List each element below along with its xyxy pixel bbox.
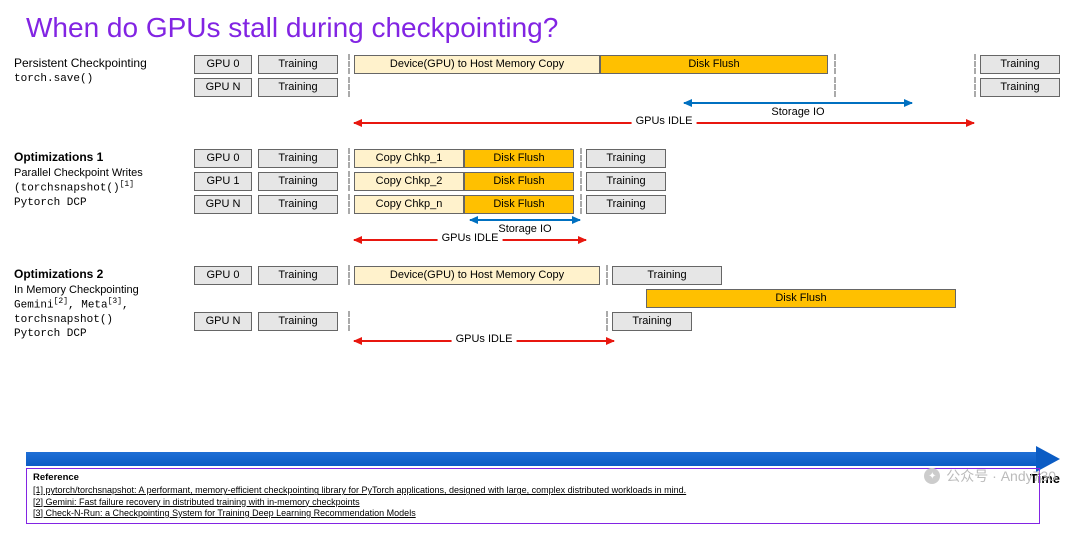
gpu-idle-label: GPUs IDLE [452,333,517,345]
training-box: Training [258,312,338,331]
training-box: Training [258,266,338,285]
wechat-icon: ✦ [924,468,940,484]
disk-flush-box: Disk Flush [646,289,956,308]
section-label: Optimizations 2In Memory CheckpointingGe… [14,265,194,368]
training-box: Training [612,312,692,331]
watermark: ✦ 公众号 · Andy730 [924,466,1056,486]
gpu-box: GPU N [194,195,252,214]
training-box: Training [258,149,338,168]
strategy-section: Persistent Checkpointingtorch.save()GPU … [0,54,1080,134]
disk-flush-box: Disk Flush [464,149,574,168]
phase-divider [348,171,350,191]
training-box: Training [586,172,666,191]
timeline: GPU 0TrainingCopy Chkp_1Disk FlushTraini… [194,148,1066,251]
disk-flush-box: Disk Flush [464,172,574,191]
storage-io-arrow [470,219,580,221]
section-label: Persistent Checkpointingtorch.save() [14,54,194,134]
memory-copy-box: Copy Chkp_2 [354,172,464,191]
gpu-box: GPU N [194,312,252,331]
phase-divider [580,171,582,191]
phase-divider [606,311,608,331]
phase-divider [834,77,836,97]
training-box: Training [980,55,1060,74]
phase-divider [348,54,350,74]
training-box: Training [258,55,338,74]
training-box: Training [258,78,338,97]
gpu-row: GPU N Training Training [194,77,1066,97]
memory-copy-box: Copy Chkp_n [354,195,464,214]
gpu-row: GPU N Training Copy Chkp_nDisk Flush Traini… [194,194,1066,214]
timeline: GPU 0 Training Device(GPU) to Host Memory … [194,265,1066,368]
training-box: Training [980,78,1060,97]
reference-title: Reference [33,472,1033,484]
training-box: Training [586,195,666,214]
annotations: Storage IOGPUs IDLE [194,217,1066,251]
training-box: Training [258,172,338,191]
gpu-box: GPU 0 [194,266,252,285]
phase-divider [974,77,976,97]
gpu-box: GPU 1 [194,172,252,191]
gpu-box: GPU 0 [194,55,252,74]
strategy-section: Optimizations 1Parallel Checkpoint Write… [0,148,1080,251]
training-box: Training [586,149,666,168]
phase-divider [348,194,350,214]
phase-divider [580,194,582,214]
gpu-row: GPU 0 Training Device(GPU) to Host Memory … [194,265,1066,285]
phase-divider [974,54,976,74]
training-box: Training [612,266,722,285]
training-box: Training [258,195,338,214]
page-title: When do GPUs stall during checkpointing? [0,0,1080,54]
phase-divider [348,148,350,168]
storage-io-arrow [684,102,912,104]
disk-flush-box: Disk Flush [464,195,574,214]
phase-divider [348,311,350,331]
gpu-box: GPU N [194,78,252,97]
annotations: Storage IO GPUs IDLE [194,100,1066,134]
disk-flush-row: Disk Flush [194,288,1066,308]
storage-io-label: Storage IO [767,106,828,118]
annotations: GPUs IDLE [194,334,1066,368]
memory-copy-box: Copy Chkp_1 [354,149,464,168]
gpu-idle-label: GPUs IDLE [438,232,503,244]
gpu-row: GPU 1 Training Copy Chkp_2Disk Flush Traini… [194,171,1066,191]
gpu-row: GPU 0 Training Copy Chkp_1Disk Flush Traini… [194,148,1066,168]
disk-flush-box: Disk Flush [600,55,828,74]
gpu-row: GPU 0 Training Device(GPU) to Host Memory … [194,54,1066,74]
timeline: GPU 0 Training Device(GPU) to Host Memory … [194,54,1066,134]
reference-line: [3] Check-N-Run: a Checkpointing System … [33,508,1033,519]
time-axis: Time [26,450,1060,468]
reference-line: [1] pytorch/torchsnapshot: A performant,… [33,485,1033,496]
gpu-idle-label: GPUs IDLE [632,115,697,127]
memory-copy-box: Device(GPU) to Host Memory Copy [354,266,600,285]
gpu-box: GPU 0 [194,149,252,168]
reference-line: [2] Gemini: Fast failure recovery in dis… [33,497,1033,508]
phase-divider [348,265,350,285]
memory-copy-box: Device(GPU) to Host Memory Copy [354,55,600,74]
phase-divider [348,77,350,97]
phase-divider [834,54,836,74]
strategy-section: Optimizations 2In Memory CheckpointingGe… [0,265,1080,368]
gpu-row: GPU N Training Training [194,311,1066,331]
phase-divider [580,148,582,168]
phase-divider [606,265,608,285]
section-label: Optimizations 1Parallel Checkpoint Write… [14,148,194,251]
storage-io-label: Storage IO [494,223,555,235]
reference-box: Reference [1] pytorch/torchsnapshot: A p… [26,468,1040,524]
